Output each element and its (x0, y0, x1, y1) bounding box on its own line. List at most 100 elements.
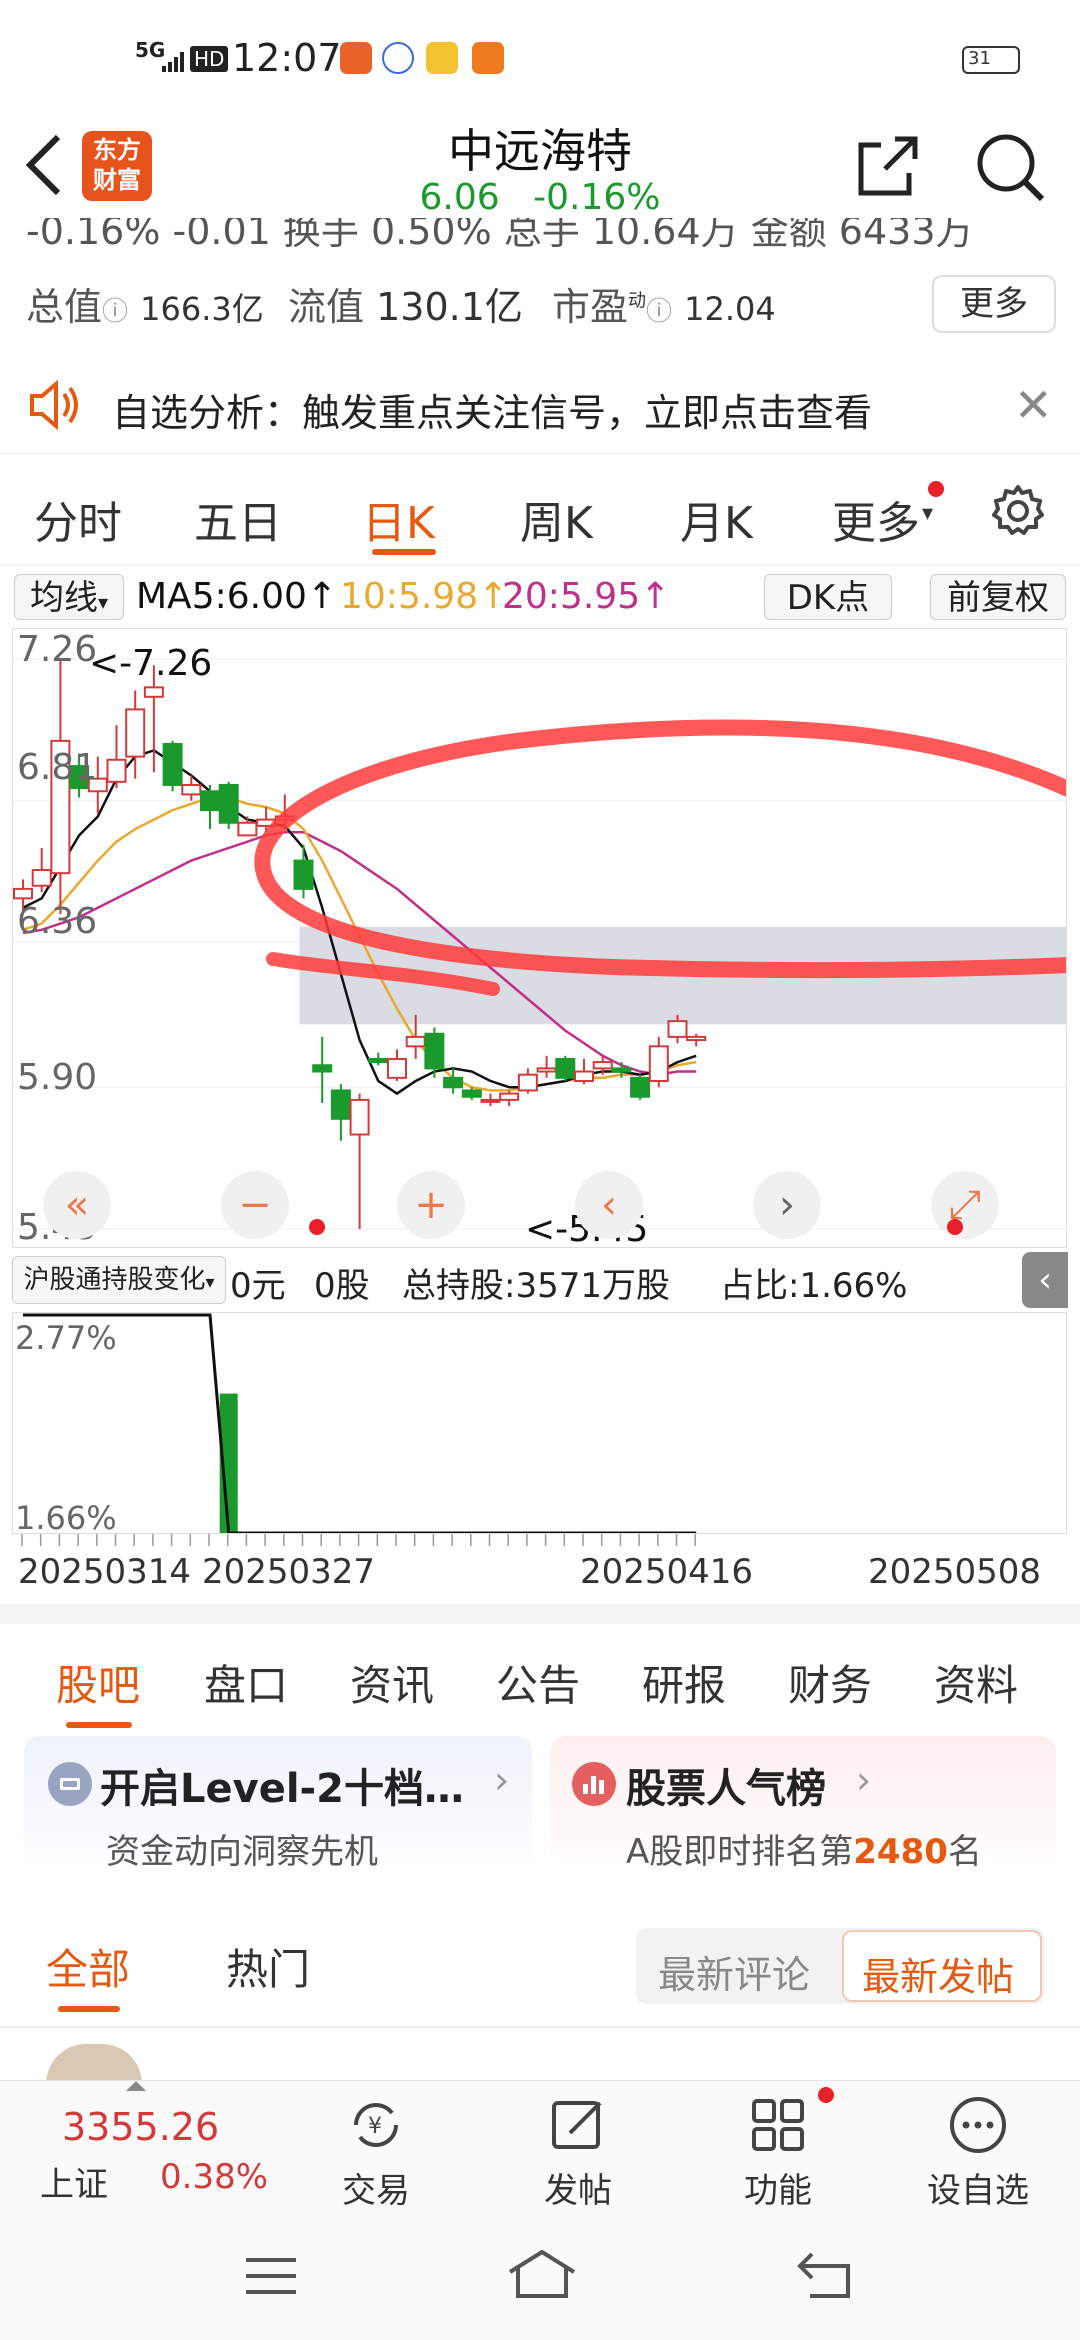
search-icon[interactable] (974, 131, 1046, 207)
candle-body (143, 686, 164, 698)
popularity-subtitle: A股即时排名第2480名 (626, 1832, 982, 1872)
tab-weekly-k[interactable]: 周K (520, 487, 593, 551)
level2-card[interactable]: 开启Level-2十档… › 资金动向洞察先机 (24, 1736, 532, 1876)
change-percent: -0.16% (533, 177, 661, 218)
app-notification-icon (340, 42, 372, 74)
candle-body (499, 1092, 520, 1101)
tab-announcements[interactable]: 公告 (496, 1652, 580, 1713)
filter-all[interactable]: 全部 (46, 1936, 130, 1997)
more-stats-button[interactable]: 更多 (932, 275, 1056, 333)
avatar[interactable] (46, 2044, 142, 2084)
tab-more[interactable]: 更多 (832, 487, 920, 551)
add-watchlist-button[interactable]: 设自选 (918, 2087, 1038, 2211)
fullscreen-button[interactable]: ⤢ (931, 1171, 999, 1239)
candle-body (536, 1067, 557, 1073)
collapse-panel-button[interactable]: ‹ (1022, 1252, 1068, 1308)
candle-body (218, 783, 239, 824)
float-value: 流值 130.1亿 (288, 285, 523, 329)
level2-subtitle: 资金动向洞察先机 (106, 1832, 378, 1872)
function-button[interactable]: 功能 (718, 2087, 838, 2211)
tab-profile[interactable]: 资料 (934, 1652, 1018, 1713)
tab-daily-k[interactable]: 日K (362, 487, 435, 551)
indicator-select[interactable]: 均线▾ (14, 574, 124, 620)
price-adjust-button[interactable]: 前复权 (930, 574, 1066, 620)
holding-svg (23, 1313, 697, 1533)
event-dot (309, 1219, 325, 1235)
mi-notification-icon (472, 42, 504, 74)
y-tick-label: 1.66% (15, 1499, 117, 1534)
chevron-right-icon: › (494, 1758, 510, 1802)
analysis-notice[interactable]: 自选分析：触发重点关注信号，立即点击查看 ✕ (0, 358, 1080, 454)
kline-chart[interactable]: 7.26 6.81 6.36 5.90 5.45 <-7.26 <-5.45 «… (12, 628, 1067, 1248)
index-value: 3355.26 (62, 2105, 220, 2149)
y-tick-label: 2.77% (15, 1319, 117, 1357)
sub-ratio: 占比:1.66% (720, 1266, 908, 1306)
trade-button[interactable]: ¥ 交易 (316, 2087, 436, 2211)
network-indicator: 5G (135, 38, 166, 62)
filter-hot[interactable]: 热门 (226, 1936, 310, 1997)
grid-icon (752, 2099, 804, 2151)
divider (0, 2026, 1080, 2028)
system-navigation (0, 2212, 1080, 2340)
dk-point-button[interactable]: DK点 (764, 574, 892, 620)
candle-body (125, 708, 146, 758)
sub-amount: 0元 (230, 1266, 286, 1306)
scroll-left-button[interactable]: ‹ (575, 1171, 643, 1239)
candle-body (424, 1032, 445, 1070)
candle-body (349, 1098, 370, 1136)
period-tabs: 分时 五日 日K 周K 月K 更多 ▾ (0, 465, 1080, 565)
gear-icon[interactable] (990, 483, 1046, 543)
sort-latest-comment[interactable]: 最新评论 (658, 1944, 810, 1999)
share-icon[interactable] (855, 135, 919, 203)
candle-body (630, 1076, 651, 1098)
zoom-out-button[interactable]: − (221, 1171, 289, 1239)
tab-news[interactable]: 资讯 (350, 1652, 434, 1713)
date-label: 20250314 (18, 1552, 192, 1592)
back-icon[interactable] (796, 2250, 854, 2304)
sort-toggle: 最新评论 最新发帖 (636, 1928, 1044, 2004)
y-tick-label: 5.90 (17, 1057, 98, 1098)
tab-monthly-k[interactable]: 月K (680, 487, 753, 551)
popularity-title: 股票人气榜 (626, 1766, 826, 1812)
popularity-card[interactable]: 股票人气榜 › A股即时排名第2480名 (550, 1736, 1056, 1876)
stock-header: 东方 财富 中远海特 6.06 -0.16% (0, 115, 1080, 235)
close-icon[interactable]: ✕ (1014, 378, 1053, 432)
candle-body (162, 743, 183, 786)
post-button[interactable]: 发帖 (518, 2087, 638, 2211)
tab-finance[interactable]: 财务 (788, 1652, 872, 1713)
index-ticker[interactable]: 3355.26 上证 0.38% (36, 2083, 276, 2205)
zoom-in-button[interactable]: + (397, 1171, 465, 1239)
scroll-right-button[interactable]: › (753, 1171, 821, 1239)
signal-icon (162, 52, 186, 76)
battery-icon: 31 (962, 46, 1020, 74)
chevron-down-icon: ▾ (205, 1272, 215, 1293)
sub-indicator-select[interactable]: 沪股通持股变化▾ (12, 1256, 226, 1304)
yen-cycle-icon: ¥ (354, 2103, 398, 2147)
y-tick-label: 6.81 (17, 747, 98, 788)
compose-icon (552, 2101, 602, 2149)
candle-body (686, 1035, 707, 1042)
notice-text: 自选分析：触发重点关注信号，立即点击查看 (112, 391, 873, 435)
menu-icon[interactable] (244, 2256, 298, 2300)
sub-total: 总持股:3571万股 (402, 1266, 670, 1306)
ma10-value: 10:5.98↑ (340, 576, 509, 617)
fast-back-button[interactable]: « (43, 1171, 111, 1239)
candle-body (555, 1057, 576, 1079)
level2-title: 开启Level-2十档… (100, 1766, 464, 1812)
current-price: 6.06 (419, 177, 500, 218)
tab-research[interactable]: 研报 (642, 1652, 726, 1713)
tab-intraday[interactable]: 分时 (34, 487, 122, 551)
tab-guba[interactable]: 股吧 (56, 1652, 140, 1713)
bottom-bar: 3355.26 上证 0.38% ¥ 交易 发帖 功能 设自选 (0, 2080, 1080, 2212)
candle-body (480, 1098, 501, 1103)
sort-latest-post[interactable]: 最新发帖 (842, 1930, 1042, 2002)
level2-icon (48, 1762, 92, 1806)
tab-pankou[interactable]: 盘口 (204, 1652, 288, 1713)
ranking-icon (572, 1762, 616, 1806)
tab-five-day[interactable]: 五日 (194, 487, 282, 551)
high-price-label: <-7.26 (89, 643, 213, 684)
divider (0, 1604, 1080, 1624)
holding-chart[interactable]: 2.77% 1.66% (12, 1312, 1067, 1534)
home-icon[interactable] (506, 2248, 578, 2304)
pe-ratio: 市盈动ⓘ 12.04 (552, 285, 776, 329)
